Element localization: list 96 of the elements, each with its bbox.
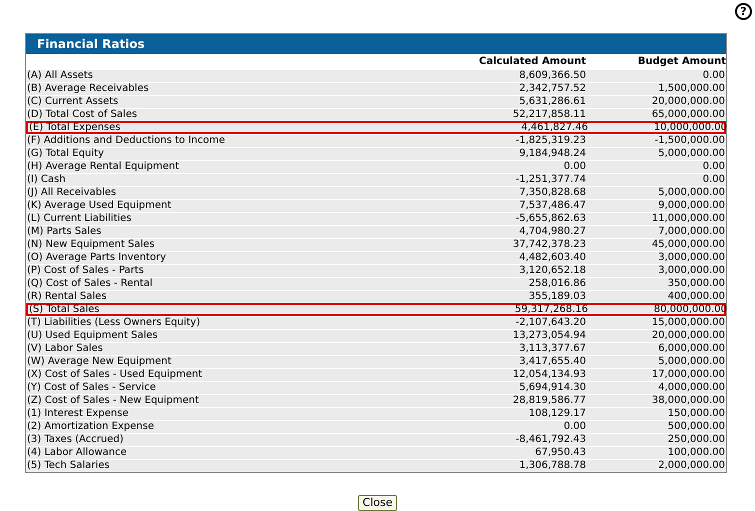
table-cell-text: 28,819,586.77 [512,395,586,407]
table-cell-text: 350,000.00 [666,278,726,290]
table-cell-text: 4,461,827.46 [520,123,588,132]
table-cell-text: 3,120,652.18 [518,265,586,277]
table-cell-text: 37,742,378.23 [512,239,586,251]
table-cell-text: 17,000,000.00 [650,369,726,381]
close-button[interactable]: Close [358,495,398,511]
table-cell-text: 7,350,828.68 [518,187,586,199]
table-cell-text: 0.00 [562,421,586,433]
table-cell-text: (E) Total Expenses [28,123,122,132]
table-cell-text: 3,113,377.67 [518,343,586,355]
panel-title: Financial Ratios [26,34,726,54]
table-cell-text: 3,000,000.00 [657,252,726,264]
table-cell-text: -1,500,000.00 [654,135,726,147]
table-cell-text: (L) Current Liabilities [26,213,133,225]
table-cell-text: (N) New Equipment Sales [26,239,156,251]
table-cell-text: (O) Average Parts Inventory [26,252,167,264]
table-cell-text: 7,537,486.47 [518,200,586,212]
table-cell-text: 11,000,000.00 [650,213,726,225]
table-cell-text: (U) Used Equipment Sales [26,330,159,342]
table-cell-text: 4,000,000.00 [657,382,726,394]
table-cell-text: (X) Cost of Sales - Used Equipment [26,369,204,381]
table-cell-text: 150,000.00 [666,408,726,420]
table-cell-text: (S) Total Sales [28,305,100,314]
table-cell-text: 400,000.00 [666,291,726,303]
table-cell-text: 12,054,134.93 [512,369,586,381]
table-cell-text: (Y) Cost of Sales - Service [26,382,157,394]
table-cell-text: 100,000.00 [666,447,726,459]
table-cell-text: 38,000,000.00 [650,395,726,407]
table-cell-text: (2) Amortization Expense [26,421,156,433]
table-cell-text: (P) Cost of Sales - Parts [26,265,145,277]
table-cell-text: (5) Tech Salaries [26,460,111,472]
table-cell-text: -2,107,643.20 [514,317,586,329]
table-cell-text: (D) Total Cost of Sales [26,109,138,121]
table-cell-text: 0.00 [562,161,586,173]
table-cell-text: 250,000.00 [666,434,726,446]
table-cell-text: 1,500,000.00 [657,83,726,95]
table-cell-text: (1) Interest Expense [26,408,130,420]
table-cell-text: -1,251,377.74 [514,174,586,186]
table-cell-text: 8,609,366.50 [518,70,586,82]
table-cell-text: (Q) Cost of Sales - Rental [26,278,154,290]
table-cell-text: 20,000,000.00 [650,330,726,342]
table-cell-text: 67,950.43 [534,447,586,459]
table-cell-text: 5,631,286.61 [518,96,586,108]
table-cell-text: 9,184,948.24 [518,148,586,160]
table-cell-text: 7,000,000.00 [657,226,726,238]
table-cell-text: (B) Average Receivables [26,83,150,95]
table-cell-text: (4) Labor Allowance [26,447,128,459]
table-cell-text: (G) Total Equity [26,148,105,160]
table-cell-text: (V) Labor Sales [26,343,104,355]
table-cell-text: 52,217,858.11 [512,109,586,121]
table-cell-text: (F) Additions and Deductions to Income [26,135,226,147]
table-cell-text: 6,000,000.00 [657,343,726,355]
table-cell-text: (T) Liabilities (Less Owners Equity) [26,317,202,329]
table-cell-text: (Z) Cost of Sales - New Equipment [26,395,200,407]
table-cell-text: 45,000,000.00 [650,239,726,251]
table-cell-text: 258,016.86 [528,278,586,290]
table-cell-text: (A) All Assets [26,70,94,82]
table-cell-text: -8,461,792.43 [514,434,586,446]
table-cell-text: (R) Rental Sales [26,291,108,303]
help-button[interactable]: ? [735,3,752,20]
table-cell-text: 1,306,788.78 [518,460,586,472]
column-header: Budget Amount [636,55,726,69]
table-cell-text: 13,273,054.94 [512,330,586,342]
table-cell-text: 20,000,000.00 [650,96,726,108]
column-header: Calculated Amount [478,55,586,69]
table-cell-text: 4,482,603.40 [518,252,586,264]
table-cell-text: 2,000,000.00 [657,460,726,472]
table-cell-text: (K) Average Used Equipment [26,200,172,212]
table-cell-text: 9,000,000.00 [657,200,726,212]
table-cell-text: (I) Cash [26,174,67,186]
table-cell-text: 15,000,000.00 [650,317,726,329]
table-cell-text: 5,000,000.00 [657,148,726,160]
table-cell-text: 355,189.03 [528,291,586,303]
table-cell-text: -1,825,319.23 [514,135,586,147]
table-cell-text: 3,417,655.40 [518,356,586,368]
table-cell-text: 500,000.00 [666,421,726,433]
table-cell-text: (H) Average Rental Equipment [26,161,180,173]
table-cell-text: (M) Parts Sales [26,226,102,238]
table-cell-text: 0.00 [702,70,726,82]
table-cell-text: 0.00 [702,174,726,186]
table-cell-text: 59,317,268.16 [514,305,588,314]
table-cell-text: 4,704,980.27 [518,226,586,238]
table-cell-text: (3) Taxes (Accrued) [26,434,124,446]
table-cell-text: 65,000,000.00 [650,109,726,121]
table-cell-text: 5,000,000.00 [657,187,726,199]
table-cell-text: (W) Average New Equipment [26,356,172,368]
table-cell-text: 5,000,000.00 [657,356,726,368]
table-cell-text: 2,342,757.52 [518,83,586,95]
table-cell-text: 0.00 [702,161,726,173]
table-cell-text: -5,655,862.63 [514,213,586,225]
table-cell-text: 5,694,914.30 [518,382,586,394]
table-cell-text: (J) All Receivables [26,187,118,199]
table-cell-text: 108,129.17 [528,408,586,420]
table-cell-text: 3,000,000.00 [657,265,726,277]
table-cell-text: (C) Current Assets [26,96,120,108]
